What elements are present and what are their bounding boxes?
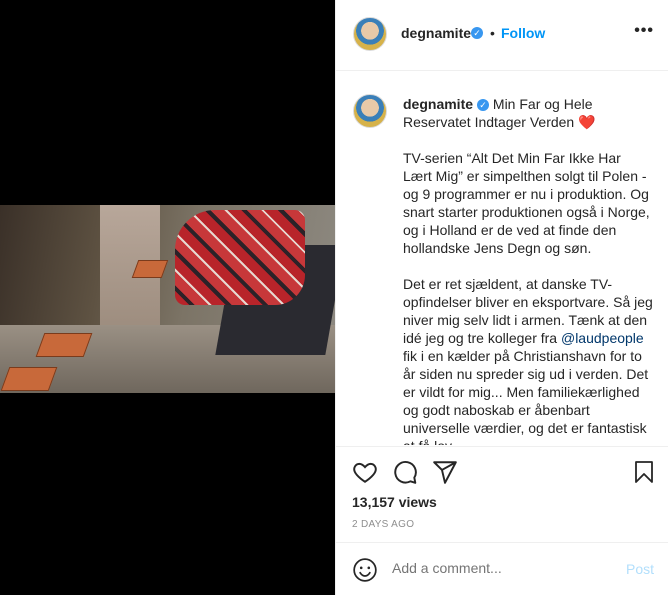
- bookmark-icon[interactable]: [632, 459, 656, 485]
- paper-plane-icon[interactable]: [432, 459, 458, 485]
- video-frame[interactable]: [0, 205, 335, 393]
- more-options-icon[interactable]: •••: [634, 22, 654, 40]
- caption-area: degnamite ✓ Min Far og Hele Reservatet In…: [336, 71, 668, 445]
- comment-input[interactable]: [392, 560, 602, 576]
- video-brick: [0, 367, 58, 391]
- caption-paragraph-2-end: fik i en kælder på Christianshavn for to…: [403, 348, 649, 445]
- avatar[interactable]: [353, 17, 387, 51]
- separator-dot: •: [490, 25, 495, 41]
- caption-paragraph-1: TV-serien “Alt Det Min Far Ikke Har Lært…: [403, 150, 650, 256]
- username-link[interactable]: degnamite: [401, 25, 471, 41]
- heart-emoji: ❤️: [578, 114, 596, 130]
- video-person-shirt: [175, 210, 305, 305]
- heart-outline-icon[interactable]: [352, 459, 378, 485]
- smiley-icon[interactable]: [352, 557, 378, 583]
- follow-button[interactable]: Follow: [501, 25, 545, 41]
- comment-bar: Post: [336, 542, 668, 596]
- video-brick: [35, 333, 93, 357]
- video-brick: [131, 260, 169, 278]
- post-date: 2 DAYS AGO: [352, 519, 415, 530]
- view-count[interactable]: 13,157 views: [352, 494, 437, 510]
- verified-badge-icon: ✓: [477, 99, 490, 112]
- comment-bubble-icon[interactable]: [392, 459, 418, 485]
- post-comment-button[interactable]: Post: [626, 561, 654, 577]
- post-sidebar: degnamite ✓ • Follow ••• degnamite ✓ Min …: [335, 0, 668, 595]
- caption-text: degnamite ✓ Min Far og Hele Reservatet In…: [403, 95, 653, 445]
- caption-username-link[interactable]: degnamite: [403, 96, 473, 112]
- post-media[interactable]: [0, 0, 335, 595]
- verified-badge-icon: ✓: [471, 27, 483, 39]
- mention-link[interactable]: @laudpeople: [561, 330, 644, 346]
- action-bar: 13,157 views 2 DAYS AGO: [336, 446, 668, 547]
- caption-avatar[interactable]: [353, 94, 387, 128]
- post-header: degnamite ✓ • Follow •••: [336, 0, 668, 71]
